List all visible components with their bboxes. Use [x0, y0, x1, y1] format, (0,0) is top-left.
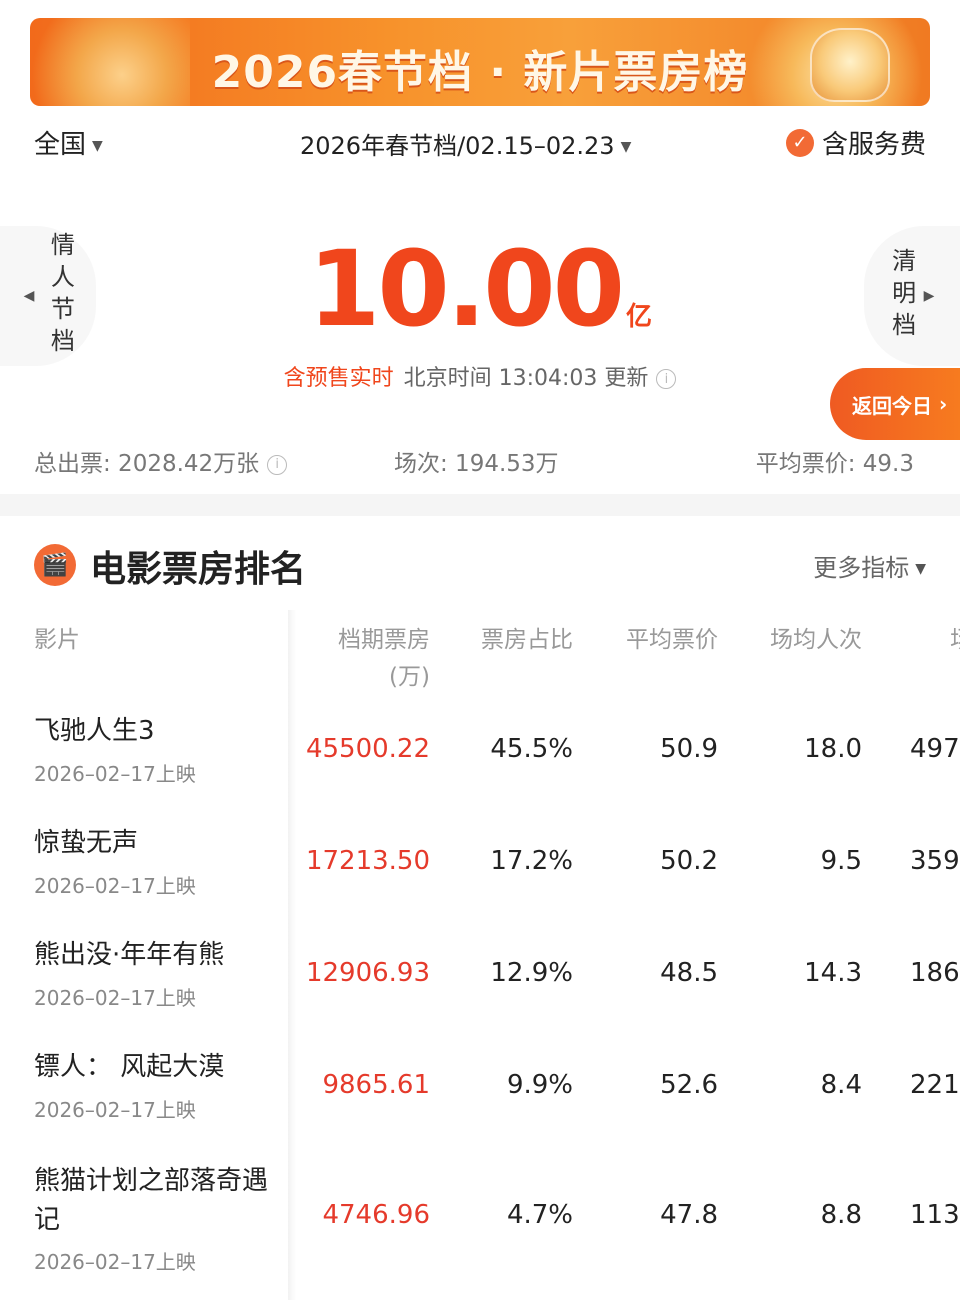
service-fee-toggle[interactable]: ✓ 含服务费: [785, 124, 926, 161]
gross-cell: 12906.93: [305, 958, 430, 988]
back-to-today-button[interactable]: 返回今日 ›: [830, 368, 960, 440]
table-row[interactable]: 熊猫计划之部落奇遇记 2026–02–17上映 4746.96 4.7% 47.…: [0, 1156, 960, 1296]
per-show-cell: 8.4: [820, 1070, 862, 1100]
gross-cell: 9865.61: [322, 1070, 430, 1100]
release-date: 2026–02–17上映: [34, 762, 196, 786]
header-share[interactable]: 票房占比: [481, 622, 573, 659]
release-date: 2026–02–17上映: [34, 986, 196, 1010]
filter-bar: 全国 ▼ 2026年春节档/02.15–02.23 ▼ ✓ 含服务费: [34, 124, 926, 164]
update-time: 北京时间 13:04:03 更新: [403, 366, 649, 391]
table-row[interactable]: 熊出没·年年有熊 2026–02–17上映 12906.93 12.9% 48.…: [0, 930, 960, 1040]
film-name: 镖人： 风起大漠: [34, 1052, 225, 1082]
film-name: 熊猫计划之部落奇遇记: [34, 1166, 269, 1235]
ranking-header: 🎬 电影票房排名 更多指标 ▼: [34, 540, 926, 590]
share-cell: 45.5%: [490, 734, 573, 764]
checkmark-icon: ✓: [785, 128, 814, 157]
next-cell: 497: [910, 734, 960, 764]
gross-cell: 45500.22: [305, 734, 430, 764]
region-selector[interactable]: 全国 ▼: [34, 124, 103, 161]
tickets-stat: 总出票: 2028.42万张 i: [34, 444, 288, 478]
next-cell: 186: [910, 958, 960, 988]
table-row[interactable]: 飞驰人生3 2026–02–17上映 45500.22 45.5% 50.9 1…: [0, 706, 960, 816]
caret-down-icon: ▼: [92, 137, 103, 154]
info-icon[interactable]: i: [267, 454, 288, 475]
share-cell: 9.9%: [506, 1070, 573, 1100]
next-cell: 359: [910, 846, 960, 876]
film-name: 熊出没·年年有熊: [34, 940, 225, 970]
total-box-office: 10.00 亿: [0, 228, 960, 350]
avg-price-stat: 平均票价: 49.3: [755, 451, 914, 477]
section-title: 电影票房排名: [90, 549, 307, 590]
service-fee-label: 含服务费: [821, 130, 926, 160]
table-row[interactable]: 惊蛰无声 2026–02–17上映 17213.50 17.2% 50.2 9.…: [0, 818, 960, 928]
avg-price-cell: 50.2: [660, 846, 718, 876]
header-avg-price[interactable]: 平均票价: [626, 622, 718, 659]
more-metrics-dropdown[interactable]: 更多指标 ▼: [813, 548, 926, 583]
header-next[interactable]: 场: [950, 622, 960, 659]
caret-down-icon: ▼: [915, 561, 926, 577]
total-unit: 亿: [625, 302, 652, 332]
per-show-cell: 8.8: [820, 1200, 862, 1230]
gross-cell: 4746.96: [322, 1200, 430, 1230]
header-film: 影片: [34, 627, 80, 653]
next-cell: 221: [910, 1070, 960, 1100]
box-office-table[interactable]: 影片 档期票房 (万) 票房占比 平均票价 场均人次 场 飞驰人生3 2026–…: [0, 610, 960, 1300]
avg-price-cell: 47.8: [660, 1200, 718, 1230]
avg-price-cell: 52.6: [660, 1070, 718, 1100]
gross-cell: 17213.50: [305, 846, 430, 876]
tickets-value: 总出票: 2028.42万张: [34, 451, 260, 477]
back-to-today-label: 返回今日: [852, 393, 932, 418]
avg-price-cell: 50.9: [660, 734, 718, 764]
period-selector[interactable]: 2026年春节档/02.15–02.23 ▼: [300, 126, 631, 161]
chevron-right-icon: ›: [932, 392, 948, 416]
region-label: 全国: [34, 130, 87, 160]
banner-title: 2026春节档 · 新片票房榜: [211, 47, 749, 98]
release-date: 2026–02–17上映: [34, 1250, 196, 1274]
film-ticket-icon: 🎬: [34, 544, 76, 586]
section-divider: [0, 494, 960, 516]
caret-down-icon: ▼: [620, 139, 632, 155]
film-name: 飞驰人生3: [34, 716, 155, 746]
avg-price-cell: 48.5: [660, 958, 718, 988]
share-cell: 4.7%: [506, 1200, 573, 1230]
summary-stats: 总出票: 2028.42万张 i 场次: 194.53万 平均票价: 49.3: [34, 444, 914, 480]
table-row[interactable]: 镖人： 风起大漠 2026–02–17上映 9865.61 9.9% 52.6 …: [0, 1042, 960, 1152]
period-label: 2026年春节档/02.15–02.23: [300, 132, 615, 160]
per-show-cell: 9.5: [820, 846, 862, 876]
film-name: 惊蛰无声: [34, 828, 139, 858]
release-date: 2026–02–17上映: [34, 1098, 196, 1122]
header-gross-label: 档期票房: [338, 627, 430, 653]
live-label: 含预售实时: [283, 366, 394, 391]
info-icon[interactable]: i: [656, 369, 677, 389]
more-metrics-label: 更多指标: [813, 554, 910, 582]
header-gross-unit: (万): [389, 663, 430, 690]
per-show-cell: 18.0: [804, 734, 862, 764]
share-cell: 12.9%: [490, 958, 573, 988]
next-cell: 113: [910, 1200, 960, 1230]
promo-banner[interactable]: 2026春节档 · 新片票房榜: [30, 18, 930, 106]
total-value: 10.00: [308, 228, 625, 350]
release-date: 2026–02–17上映: [34, 874, 196, 898]
shows-stat: 场次: 194.53万: [394, 451, 559, 477]
share-cell: 17.2%: [490, 846, 573, 876]
header-gross[interactable]: 档期票房 (万): [338, 622, 430, 696]
header-per-show[interactable]: 场均人次: [770, 622, 862, 659]
update-status: 含预售实时 北京时间 13:04:03 更新 i: [0, 360, 960, 392]
per-show-cell: 14.3: [804, 958, 862, 988]
